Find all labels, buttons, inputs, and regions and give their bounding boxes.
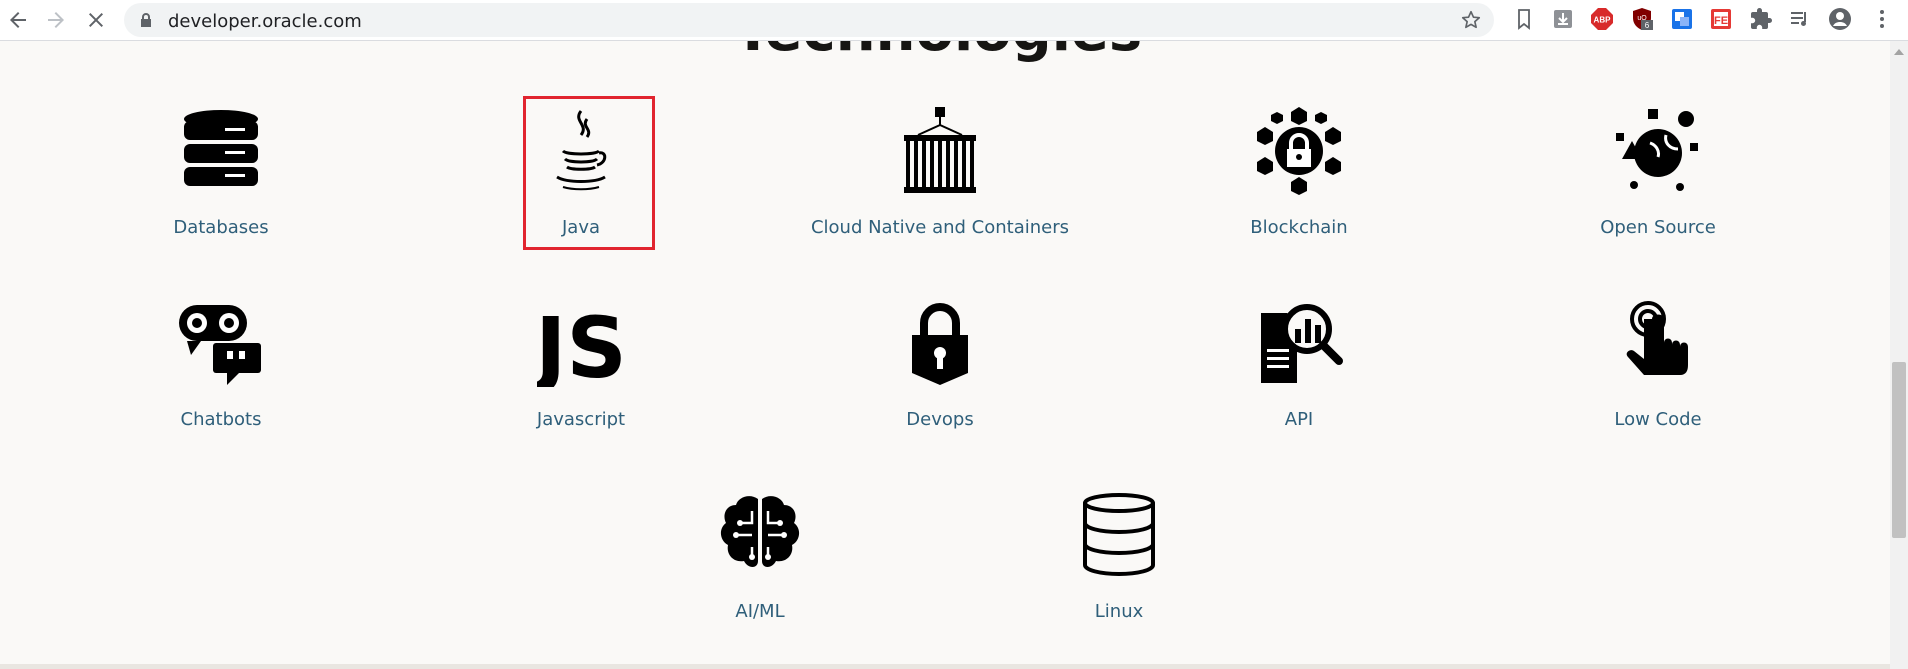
tech-tile-low-code[interactable]: Low Code (1528, 299, 1788, 430)
tech-tile-blockchain[interactable]: Blockchain (1169, 107, 1429, 238)
brain-circuit-icon (716, 491, 804, 579)
tech-tile-label: Chatbots (180, 409, 262, 430)
lock-icon (141, 13, 151, 27)
scroll-up-arrow-icon[interactable] (1893, 47, 1905, 57)
tech-tile-devops[interactable]: Devops (810, 299, 1070, 430)
stop-loading-icon[interactable] (84, 8, 108, 32)
technologies-section: Technologies Databases (0, 41, 1890, 665)
selection-highlight-box (523, 96, 655, 250)
svg-text:JS: JS (537, 299, 625, 387)
tech-tile-label: Databases (173, 217, 269, 238)
download-icon[interactable] (1551, 7, 1575, 31)
page-bottom-edge (0, 664, 1890, 669)
tech-tile-label: AI/ML (735, 601, 785, 622)
tech-tile-label: Javascript (536, 409, 626, 430)
javascript-js-icon: JS (537, 299, 625, 387)
tech-tile-label: Blockchain (1250, 217, 1348, 238)
database-outline-icon (1075, 491, 1163, 579)
fe-helper-icon[interactable]: FE (1709, 7, 1733, 31)
bookmark-star-icon[interactable] (1460, 9, 1482, 31)
ublock-origin-icon[interactable]: uO 6 (1630, 7, 1654, 31)
back-arrow-icon[interactable] (6, 8, 30, 32)
translate-extension-icon[interactable] (1670, 7, 1694, 31)
page-scrollbar[interactable] (1890, 41, 1908, 669)
url-text: developer.oracle.com (168, 11, 362, 32)
tech-tile-label: Linux (1094, 601, 1144, 622)
tech-tile-chatbots[interactable]: Chatbots (91, 299, 351, 430)
tech-tile-javascript[interactable]: JS Javascript (451, 299, 711, 430)
tech-tile-ai-ml[interactable]: AI/ML (630, 491, 890, 622)
tech-tile-label: Open Source (1600, 217, 1716, 238)
database-icon (177, 107, 265, 195)
browser-menu-icon[interactable] (1870, 7, 1894, 31)
svg-text:FE: FE (1714, 15, 1728, 27)
browser-toolbar: developer.oracle.com ABP uO 6 FE (0, 0, 1908, 41)
tech-tile-cloud-native-and-containers[interactable]: Cloud Native and Containers (810, 107, 1070, 238)
bookmark-icon[interactable] (1512, 7, 1536, 31)
blockchain-lock-icon (1255, 107, 1343, 195)
address-bar[interactable]: developer.oracle.com (124, 3, 1494, 37)
extensions-puzzle-icon[interactable] (1749, 7, 1773, 31)
tech-tile-label: Low Code (1614, 409, 1702, 430)
tech-tile-linux[interactable]: Linux (989, 491, 1249, 622)
tech-tile-databases[interactable]: Databases (91, 107, 351, 238)
tech-tile-open-source[interactable]: Open Source (1528, 107, 1788, 238)
chatbot-icon (177, 299, 265, 387)
svg-text:ABP: ABP (1594, 16, 1612, 25)
padlock-icon (896, 299, 984, 387)
adblock-plus-icon[interactable]: ABP (1590, 7, 1614, 31)
ublock-badge: 6 (1645, 21, 1650, 30)
shipping-container-icon (896, 107, 984, 195)
profile-avatar-icon[interactable] (1828, 7, 1852, 31)
open-source-globe-icon (1614, 107, 1702, 195)
scrollbar-thumb[interactable] (1892, 362, 1906, 538)
tech-tile-label: API (1284, 409, 1314, 430)
api-magnifier-icon (1255, 299, 1343, 387)
tech-tile-api[interactable]: API (1169, 299, 1429, 430)
tech-tile-label: Cloud Native and Containers (810, 217, 1070, 238)
tech-tile-label: Devops (906, 409, 974, 430)
section-title: Technologies (0, 41, 1876, 64)
media-queue-icon[interactable] (1788, 7, 1812, 31)
forward-arrow-icon[interactable] (44, 8, 68, 32)
tap-finger-icon (1614, 299, 1702, 387)
